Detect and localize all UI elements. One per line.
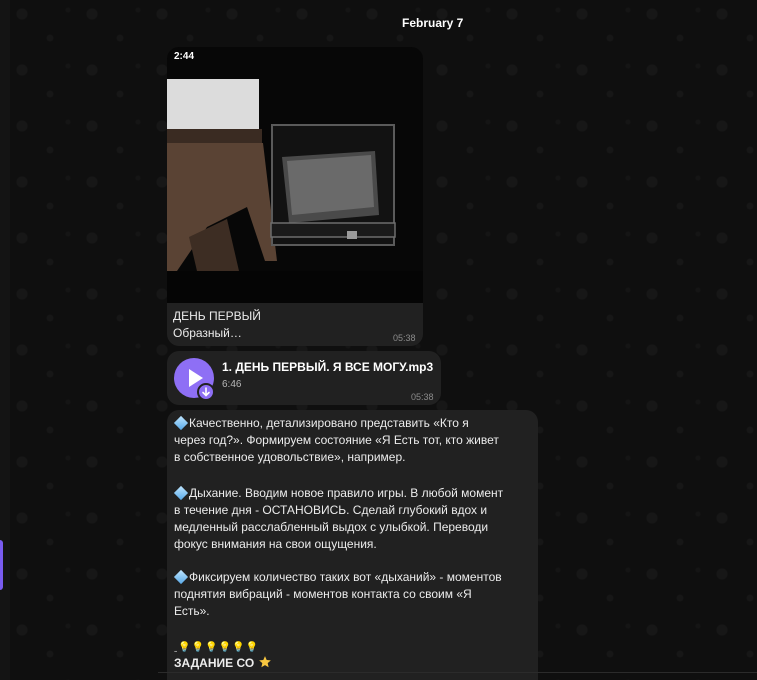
blue-diamond-icon	[173, 569, 189, 585]
audio-message[interactable]: 1. ДЕНЬ ПЕРВЫЙ. Я ВСЕ МОГУ.mp3 6:46 05:3…	[167, 351, 441, 405]
blue-diamond-icon	[173, 415, 189, 431]
download-arrow-icon	[202, 387, 210, 397]
audio-duration: 6:46	[222, 379, 242, 390]
task-heading: ЗАДАНИЕ СО	[174, 655, 272, 670]
message-paragraph: Фиксируем количество таких вот «дыханий»…	[173, 569, 534, 620]
video-message[interactable]: 2:44 ДЕНЬ ПЕРВЫЙ Образный… 05:38	[167, 47, 423, 346]
paragraph-line: Качественно, детализировано представить …	[189, 416, 469, 430]
paragraph-line: поднятия вибраций - моментов контакта со…	[174, 587, 472, 601]
video-preview[interactable]: 2:44	[167, 47, 423, 303]
download-button[interactable]	[197, 383, 215, 401]
paragraph-line: через год?». Формируем состояние «Я Есть…	[174, 433, 499, 447]
star-icon	[258, 656, 271, 668]
video-subtitle: Образный…	[173, 326, 242, 340]
paragraph-line: фокус внимания на свои ощущения.	[174, 537, 377, 551]
paragraph-line: Есть».	[174, 604, 210, 618]
composer-divider	[158, 672, 757, 673]
paragraph-line: в собственное удовольствие», например.	[174, 450, 406, 464]
paragraph-line: Фиксируем количество таких вот «дыханий»…	[189, 570, 502, 584]
video-duration: 2:44	[174, 51, 195, 62]
text-message[interactable]: Качественно, детализировано представить …	[167, 410, 538, 680]
message-time: 05:38	[411, 392, 434, 402]
left-panel-resize-handle[interactable]	[0, 540, 3, 590]
paragraph-line: Дыхание. Вводим новое правило игры. В лю…	[189, 486, 504, 500]
message-time: 05:38	[393, 333, 416, 343]
task-heading-text: ЗАДАНИЕ СО	[174, 656, 255, 670]
paragraph-line: в течение дня - ОСТАНОВИСЬ. Сделай глубо…	[174, 503, 488, 517]
video-title: ДЕНЬ ПЕРВЫЙ	[173, 309, 261, 323]
message-paragraph: Дыхание. Вводим новое правило игры. В лю…	[173, 485, 534, 553]
date-separator: February 7	[402, 16, 464, 30]
message-paragraph: Качественно, детализировано представить …	[173, 415, 534, 466]
audio-title: 1. ДЕНЬ ПЕРВЫЙ. Я ВСЕ МОГУ.mp3	[222, 360, 434, 374]
video-thumbnail	[167, 47, 423, 303]
bulb-emoji-row: ˍ💡💡💡💡💡💡	[174, 642, 260, 653]
blue-diamond-icon	[173, 485, 189, 501]
paragraph-line: медленный расслабленный выдох с улыбкой.…	[174, 520, 489, 534]
